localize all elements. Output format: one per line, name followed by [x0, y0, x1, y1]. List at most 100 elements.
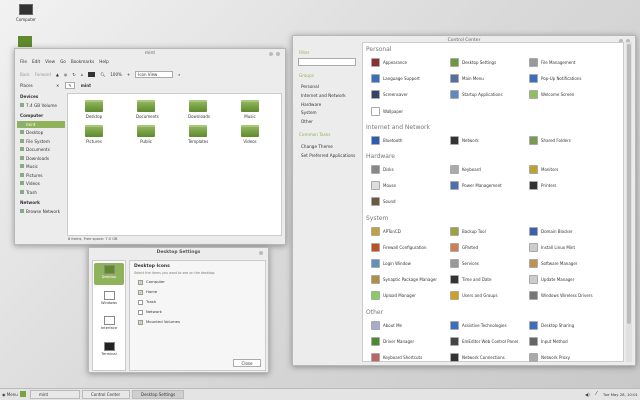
group-other[interactable]: Other — [301, 119, 313, 124]
applet-software-manager[interactable]: Software Manager — [529, 259, 577, 268]
applet-users-and-groups[interactable]: Users and Groups — [450, 291, 498, 301]
forward-button[interactable]: Forward — [35, 72, 51, 77]
taskbar-item-desktop-settings[interactable]: Desktop Settings — [132, 390, 184, 399]
applet-upload-manager[interactable]: Upload Manager — [371, 291, 416, 301]
applet-desktop-settings[interactable]: Desktop Settings — [450, 58, 496, 67]
menu-help[interactable]: Help — [99, 59, 109, 64]
checkbox-network[interactable]: Network — [138, 309, 162, 315]
applet-network-proxy[interactable]: Network Proxy — [529, 353, 570, 362]
reload-icon[interactable]: ↻ — [72, 72, 75, 77]
applet-input-method[interactable]: Input Method — [529, 336, 568, 346]
applet-firewall-configuration[interactable]: Firewall Configuration — [371, 242, 426, 252]
applet-synaptic-package-manager[interactable]: Synaptic Package Manager — [371, 275, 437, 285]
sidebar-item-documents[interactable]: Documents — [17, 146, 65, 153]
minimize-button[interactable] — [269, 52, 273, 56]
applet-keyboard[interactable]: Keyboard — [450, 165, 481, 174]
view-mode-select[interactable]: Icon View — [135, 70, 174, 78]
applet-bluetooth[interactable]: Bluetooth — [371, 135, 402, 145]
sidebar-item-file-system[interactable]: File System — [17, 138, 65, 145]
applet-monitors[interactable]: Monitors — [529, 165, 558, 174]
applet-power-management[interactable]: Power Management — [450, 181, 502, 191]
close-button[interactable] — [259, 251, 263, 255]
folder-pictures[interactable]: Pictures — [84, 125, 104, 144]
applet-network[interactable]: Network — [450, 135, 479, 145]
menu-button[interactable]: ◉ Menu — [2, 390, 18, 399]
close-sidebar-icon[interactable]: ✕ — [56, 83, 59, 88]
applet-pop-up-notifications[interactable]: Pop-Up Notifications — [529, 74, 581, 84]
sidebar-item-videos[interactable]: Videos — [17, 180, 65, 187]
applet-domain-blocker[interactable]: Domain Blocker — [529, 226, 573, 236]
close-dialog-button[interactable]: Close — [233, 359, 261, 367]
applet-appearance[interactable]: Appearance — [371, 58, 407, 67]
sidebar-item-browse-network[interactable]: Browse Network — [17, 208, 65, 215]
nav-windows[interactable]: Windows — [94, 289, 124, 311]
group-personal[interactable]: Personal — [301, 84, 319, 89]
applet-main-menu[interactable]: Main Menu — [450, 74, 484, 84]
checkbox-home[interactable]: ✓ Home — [138, 289, 157, 295]
zoom-out-icon[interactable]: 🔍︎ — [100, 72, 105, 77]
checkbox-mounted-volumes[interactable]: ✓ Mounted Volumes — [138, 319, 180, 325]
sidebar-item-music[interactable]: Music — [17, 163, 65, 170]
menu-edit[interactable]: Edit — [32, 59, 40, 64]
folder-downloads[interactable]: Downloads — [188, 100, 210, 119]
taskbar-item-control-center[interactable]: Control Center — [82, 390, 130, 399]
scrollbar[interactable] — [626, 42, 632, 362]
applet-language-support[interactable]: Language Support — [371, 74, 420, 84]
group-hardware[interactable]: Hardware — [301, 102, 321, 107]
applet-aptoncd[interactable]: APTonCD — [371, 226, 401, 236]
applet-login-window[interactable]: Login Window — [371, 259, 411, 268]
applet-time-and-date[interactable]: Time and Date — [450, 275, 491, 285]
nav-desktop[interactable]: Desktop — [94, 263, 124, 285]
applet-network-connections[interactable]: Network Connections — [450, 353, 505, 362]
volume-icon[interactable]: ◀) — [585, 390, 590, 399]
sidebar-item-pictures[interactable]: Pictures — [17, 172, 65, 179]
folder-public[interactable]: Public — [136, 125, 156, 144]
network-icon[interactable]: ⁄ — [596, 390, 597, 399]
menu-view[interactable]: View — [45, 59, 55, 64]
applet-startup-applications[interactable]: Startup Applications — [450, 90, 503, 100]
applet-gparted[interactable]: GParted — [450, 242, 478, 252]
filter-input[interactable] — [298, 58, 356, 66]
nav-terminal[interactable]: Terminal — [94, 340, 124, 362]
group-system[interactable]: System — [301, 110, 317, 115]
checkbox-computer[interactable]: ✓ Computer — [138, 279, 165, 285]
applet-screensaver[interactable]: Screensaver — [371, 90, 408, 100]
menu-bookmarks[interactable]: Bookmarks — [71, 59, 94, 64]
applet-file-management[interactable]: File Management — [529, 58, 575, 67]
applet-disks[interactable]: Disks — [371, 165, 394, 174]
folder-music[interactable]: Music — [240, 100, 260, 119]
folder-videos[interactable]: Videos — [240, 125, 260, 144]
applet-welcome-screen[interactable]: Welcome Screen — [529, 90, 574, 100]
close-button[interactable] — [276, 52, 280, 56]
stop-icon[interactable]: ● — [64, 72, 68, 77]
home-icon[interactable]: ⌂ — [81, 72, 84, 77]
applet-sound[interactable]: Sound — [371, 197, 396, 207]
applet-mouse[interactable]: Mouse — [371, 181, 396, 191]
menu-go[interactable]: Go — [60, 59, 66, 64]
applet-update-manager[interactable]: Update Manager — [529, 275, 574, 285]
group-internet-and-network[interactable]: Internet and Network — [301, 93, 346, 98]
applet-shared-folders[interactable]: Shared Folders — [529, 135, 571, 145]
checkbox-trash[interactable]: Trash — [138, 299, 156, 305]
back-button[interactable]: Back — [20, 72, 30, 77]
sidebar-item-trash[interactable]: Trash — [17, 189, 65, 196]
desktop-icon-computer[interactable]: Computer — [14, 4, 38, 22]
applet-driver-manager[interactable]: Driver Manager — [371, 336, 414, 346]
applet-assistive-technologies[interactable]: Assistive Technologies — [450, 320, 507, 330]
applet-about-me[interactable]: About Me — [371, 320, 402, 330]
applet-backup-tool[interactable]: Backup Tool — [450, 226, 486, 236]
clock[interactable]: Tue May 28, 10:01 — [603, 390, 638, 399]
places-select[interactable]: Places — [20, 83, 50, 88]
breadcrumb-mint[interactable]: mint — [81, 83, 91, 88]
menu-file[interactable]: File — [20, 59, 27, 64]
search-icon[interactable]: ⌕ — [178, 72, 180, 77]
taskbar-item-mint[interactable]: mint — [30, 390, 80, 399]
applet-install-linux-mint[interactable]: Install Linux Mint — [529, 242, 575, 252]
toggle-location-button[interactable]: ✎ — [65, 82, 75, 89]
sidebar-item-7-4-gb-volume[interactable]: 7.4 GB Volume — [17, 102, 65, 109]
sidebar-item-desktop[interactable]: Desktop — [17, 129, 65, 136]
zoom-in-icon[interactable]: + — [127, 72, 130, 77]
task-change-theme[interactable]: Change Theme — [301, 144, 333, 149]
folder-templates[interactable]: Templates — [188, 125, 208, 144]
computer-icon[interactable] — [88, 71, 96, 77]
